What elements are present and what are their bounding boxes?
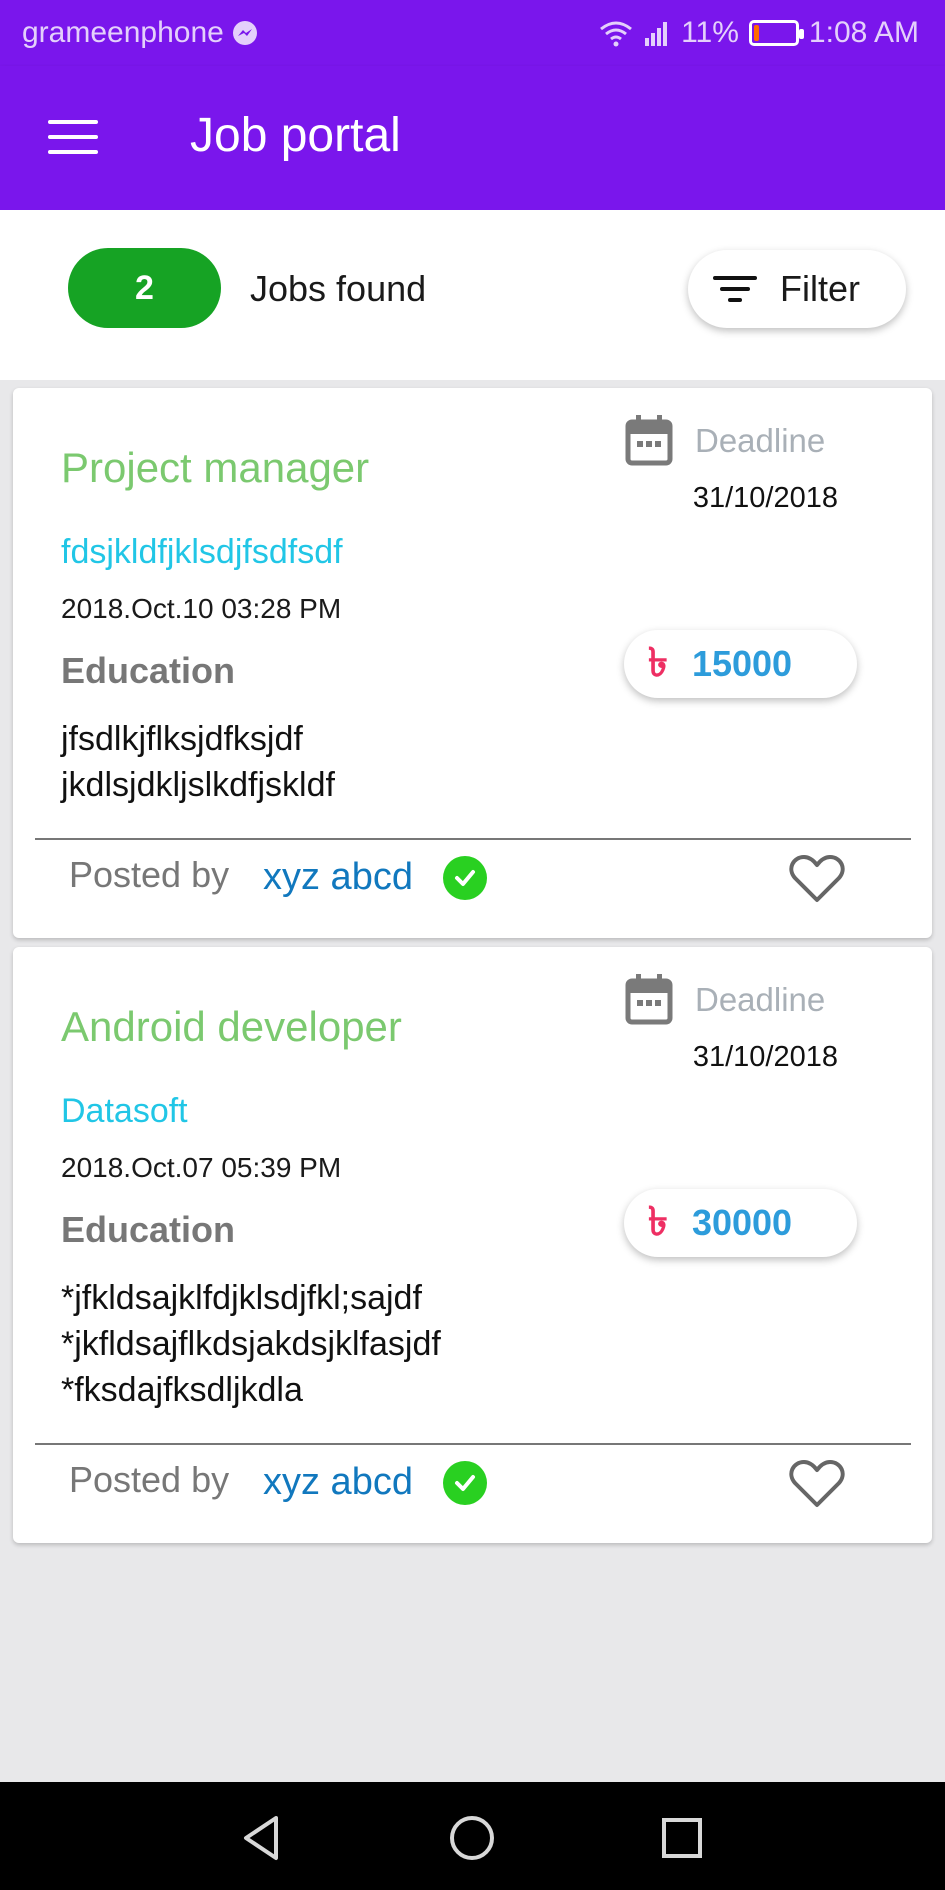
status-bar: grameenphone 11% 1:08 AM (0, 0, 945, 66)
posted-date: 2018.Oct.07 05:39 PM (61, 1152, 342, 1183)
deadline-date: 31/10/2018 (692, 482, 838, 514)
status-carrier-group: grameenphone (22, 16, 258, 50)
status-icons-group: 11% 1:08 AM (599, 16, 919, 50)
salary-amount: 15000 (691, 643, 793, 684)
job-title[interactable]: Android developer (61, 1003, 402, 1051)
education-label: Education (61, 1209, 236, 1250)
salary-badge: ৳ 30000 (624, 1189, 857, 1257)
deadline-date: 31/10/2018 (692, 1041, 838, 1073)
education-line: *fksdajfksdljkdla (61, 1371, 303, 1409)
education-text: *jfkldsajklfdjklsdjfkl;sajdf *jkfldsajfl… (61, 1275, 441, 1413)
favorite-heart-icon[interactable] (789, 854, 845, 904)
posted-by-label: Posted by (69, 1459, 230, 1500)
education-text: jfsdlkjflksjdfksjdf jkdlsjdkljslkdfjskld… (61, 716, 335, 808)
jobs-count-badge: 2 (68, 248, 221, 328)
signal-icon (645, 22, 668, 46)
job-card[interactable]: Project manager Deadline 31/10/2018 fdsj… (13, 388, 932, 938)
poster-name[interactable]: xyz abcd (263, 1461, 413, 1504)
page-title: Job portal (190, 109, 401, 162)
poster-name[interactable]: xyz abcd (263, 856, 413, 899)
back-icon[interactable] (234, 1810, 290, 1866)
calendar-icon (625, 415, 673, 466)
jobs-found-label: Jobs found (250, 268, 427, 309)
app-bar: Job portal (0, 66, 945, 210)
messenger-icon (232, 21, 257, 45)
favorite-heart-icon[interactable] (789, 1459, 845, 1509)
jobs-summary-bar: 2 Jobs found Filter (0, 210, 945, 380)
deadline-label: Deadline (695, 981, 826, 1018)
battery-level (753, 25, 759, 41)
education-line: jfsdlkjflksjdfksjdf (61, 720, 303, 758)
calendar-icon (625, 974, 673, 1025)
taka-currency-icon: ৳ (648, 1198, 668, 1245)
education-line: *jfkldsajklfdjklsdjfkl;sajdf (61, 1279, 422, 1317)
company-name[interactable]: Datasoft (61, 1092, 188, 1131)
education-line: jkdlsjdkljslkdfjskldf (61, 766, 335, 804)
hamburger-menu-icon[interactable] (48, 120, 98, 154)
salary-amount: 30000 (691, 1202, 793, 1243)
taka-currency-icon: ৳ (648, 639, 668, 686)
status-time: 1:08 AM (808, 16, 919, 49)
filter-label: Filter (780, 268, 860, 309)
carrier-name: grameenphone (22, 16, 224, 49)
education-label: Education (61, 650, 236, 691)
card-divider (35, 838, 911, 840)
filter-icon (712, 274, 758, 304)
wifi-icon (600, 21, 633, 47)
job-title[interactable]: Project manager (61, 444, 369, 492)
card-divider (35, 1443, 911, 1445)
system-nav-bar (0, 1782, 945, 1890)
battery-percent: 11% (681, 16, 739, 49)
posted-by-label: Posted by (69, 854, 230, 895)
education-line: *jkfldsajflkdsjakdsjklfasjdf (61, 1325, 441, 1363)
verified-icon (443, 856, 487, 900)
recents-icon[interactable] (654, 1810, 710, 1866)
deadline-label: Deadline (695, 422, 826, 459)
battery-icon (748, 20, 804, 46)
job-card[interactable]: Android developer Deadline 31/10/2018 Da… (13, 947, 932, 1543)
home-icon[interactable] (444, 1810, 500, 1866)
posted-date: 2018.Oct.10 03:28 PM (61, 593, 342, 624)
filter-button[interactable]: Filter (688, 250, 906, 328)
verified-icon (443, 1461, 487, 1505)
salary-badge: ৳ 15000 (624, 630, 857, 698)
company-name[interactable]: fdsjkldfjklsdjfsdfsdf (61, 533, 343, 572)
